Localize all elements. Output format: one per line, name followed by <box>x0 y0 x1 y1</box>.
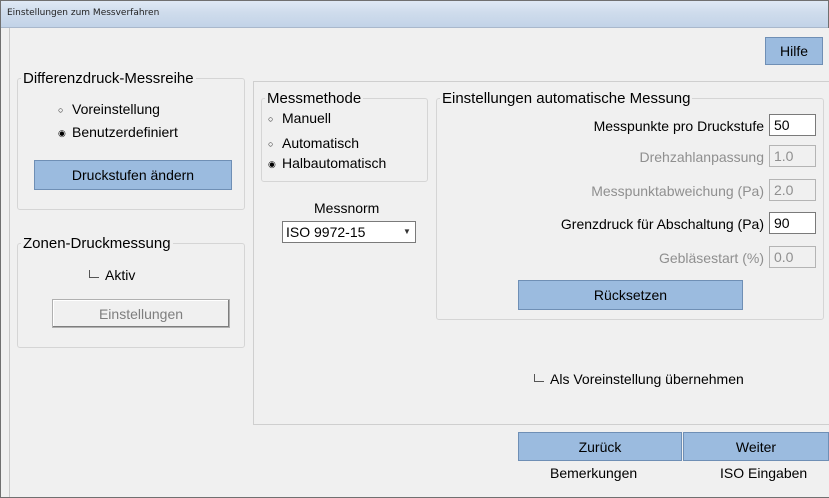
change-pressure-steps-button[interactable]: Druckstufen ändern <box>34 160 232 190</box>
radio-checked-icon: ◉ <box>268 159 276 169</box>
radio-custom[interactable]: ◉ Benutzerdefiniert <box>58 124 178 141</box>
method-title: Messmethode <box>265 90 364 107</box>
next-button[interactable]: Weiter <box>683 432 829 461</box>
fan-start-label: Gebläsestart (%) <box>658 250 764 266</box>
limit-pressure-label: Grenzdruck für Abschaltung (Pa) <box>560 216 764 232</box>
back-caption: Bemerkungen <box>550 465 638 481</box>
differential-pressure-group <box>17 78 245 210</box>
checkbox-icon <box>534 374 544 382</box>
norm-select[interactable]: ISO 9972-15 ▼ <box>282 221 416 243</box>
checkbox-icon <box>89 270 99 278</box>
auto-settings-title: Einstellungen automatische Messung <box>440 90 693 107</box>
save-as-default-checkbox[interactable]: Als Voreinstellung übernehmen <box>534 371 744 387</box>
zone-pressure-title: Zonen-Druckmessung <box>21 235 173 252</box>
title-bar: Einstellungen zum Messverfahren <box>1 1 828 28</box>
rpm-adjust-label: Drehzahlanpassung <box>639 149 764 165</box>
back-button[interactable]: Zurück <box>518 432 682 461</box>
radio-unchecked-icon: ○ <box>58 105 64 115</box>
radio-semi-automatic[interactable]: ◉ Halbautomatisch <box>268 155 386 172</box>
radio-unchecked-icon: ○ <box>268 139 274 149</box>
client-area: Hilfe Differenzdruck-Messreihe ○ Voreinst… <box>9 28 829 497</box>
zone-settings-button[interactable]: Einstellungen <box>52 299 230 328</box>
point-deviation-field[interactable]: 2.0 <box>769 179 816 201</box>
norm-label: Messnorm <box>314 200 380 216</box>
window-title: Einstellungen zum Messverfahren <box>7 8 160 18</box>
radio-automatic[interactable]: ○ Automatisch <box>268 135 359 152</box>
limit-pressure-field[interactable]: 90 <box>769 212 816 234</box>
points-per-step-label: Messpunkte pro Druckstufe <box>593 118 764 134</box>
point-deviation-label: Messpunktabweichung (Pa) <box>591 183 764 199</box>
help-button[interactable]: Hilfe <box>765 37 823 65</box>
radio-preset[interactable]: ○ Voreinstellung <box>58 101 160 118</box>
radio-unchecked-icon: ○ <box>268 114 274 124</box>
radio-checked-icon: ◉ <box>58 128 66 138</box>
dropdown-arrow-icon: ▼ <box>403 227 411 236</box>
differential-pressure-title: Differenzdruck-Messreihe <box>21 70 196 87</box>
next-caption: ISO Eingaben <box>720 465 808 481</box>
fan-start-field[interactable]: 0.0 <box>769 246 816 268</box>
active-checkbox[interactable]: Aktiv <box>89 267 135 283</box>
zone-pressure-group <box>17 243 245 348</box>
points-per-step-field[interactable]: 50 <box>769 114 816 136</box>
radio-manual[interactable]: ○ Manuell <box>268 110 331 127</box>
rpm-adjust-field[interactable]: 1.0 <box>769 145 816 167</box>
settings-window: Einstellungen zum Messverfahren Hilfe Di… <box>0 0 829 498</box>
reset-button[interactable]: Rücksetzen <box>518 280 743 310</box>
